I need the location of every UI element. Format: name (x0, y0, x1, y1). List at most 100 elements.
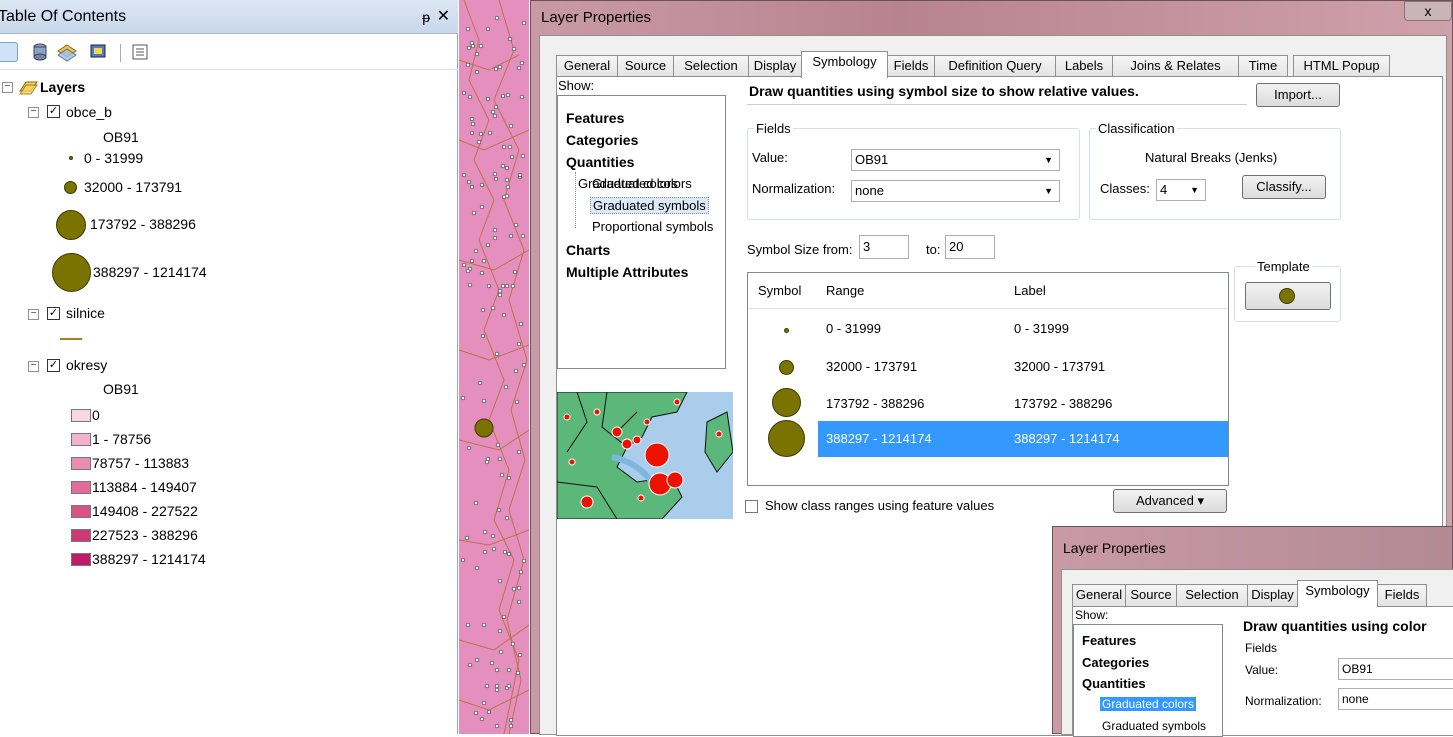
header-range[interactable]: Range (826, 283, 864, 298)
collapse-silnice-toggle[interactable]: − (28, 309, 39, 320)
map-point (473, 248, 479, 254)
advanced-button[interactable]: Advanced ▾ (1113, 489, 1227, 513)
tab-source[interactable]: Source (617, 55, 674, 77)
tab-fields[interactable]: Fields (1377, 584, 1427, 606)
collapse-layers-toggle[interactable]: − (2, 82, 13, 93)
symbology-heading: Draw quantities using color (1243, 618, 1427, 634)
class-symbol[interactable] (779, 360, 794, 375)
layer-name-silnice[interactable]: silnice (66, 305, 105, 321)
show-class-ranges-checkbox[interactable] (745, 500, 758, 513)
show-label: Show: (558, 78, 595, 93)
value-dropdown[interactable]: OB91 ▼ (851, 149, 1060, 171)
show-item-categories[interactable]: Categories (1082, 655, 1149, 670)
classify-button[interactable]: Classify... (1242, 175, 1326, 199)
show-tree[interactable]: Features Categories Quantities Graduated… (1073, 624, 1223, 737)
tab-symbology[interactable]: Symbology (1297, 580, 1378, 607)
show-item-features[interactable]: Features (1082, 633, 1136, 648)
list-by-selection-icon[interactable] (88, 42, 108, 62)
legend-label: 227523 - 388296 (92, 527, 198, 543)
layers-root-label[interactable]: Layers (40, 79, 85, 95)
tab-time[interactable]: Time (1238, 55, 1288, 77)
template-label: Template (1255, 259, 1312, 274)
header-label[interactable]: Label (1014, 283, 1046, 298)
map-view[interactable] (459, 0, 529, 734)
show-tree[interactable]: Features Categories Quantities Graduated… (557, 95, 726, 369)
class-label[interactable]: 173792 - 388296 (1014, 396, 1112, 411)
template-symbol-button[interactable] (1245, 282, 1331, 310)
classes-dropdown[interactable]: 4 ▼ (1156, 179, 1206, 201)
show-item-graduated-symbols[interactable]: Graduated symbols (590, 197, 709, 214)
class-range[interactable]: 0 - 31999 (826, 321, 881, 336)
tab-joins-relates[interactable]: Joins & Relates (1112, 55, 1239, 77)
class-label[interactable]: 388297 - 1214174 (1014, 431, 1120, 446)
show-item-quantities[interactable]: Quantities (566, 154, 634, 170)
show-item-charts[interactable]: Charts (566, 242, 610, 258)
map-point (506, 551, 512, 557)
tab-display[interactable]: Display (1247, 584, 1298, 606)
show-item-features[interactable]: Features (566, 110, 624, 126)
class-symbol[interactable] (784, 328, 789, 333)
value-label: Value: (752, 150, 788, 165)
class-symbol[interactable] (768, 420, 805, 457)
tab-labels[interactable]: Labels (1055, 55, 1113, 77)
map-point (469, 184, 475, 190)
legend-symbol-small (69, 156, 73, 160)
tab-selection[interactable]: Selection (1176, 584, 1248, 606)
map-point (516, 599, 522, 605)
symbol-size-to-input[interactable]: 20 (945, 235, 995, 259)
list-by-source-icon[interactable] (30, 42, 50, 62)
header-symbol[interactable]: Symbol (758, 283, 801, 298)
symbol-class-table[interactable]: Symbol Range Label 0 - 31999 0 - 31999 3… (747, 272, 1229, 486)
show-item-graduated-colors[interactable]: Graduated colors (1100, 697, 1197, 711)
legend-symbol-large (56, 210, 86, 240)
options-icon[interactable] (130, 42, 150, 62)
value-dropdown[interactable]: OB91 (1338, 658, 1453, 680)
legend-swatch (71, 505, 91, 518)
close-button[interactable]: x (1404, 1, 1452, 21)
show-item-multiple-attributes[interactable]: Multiple Attributes (566, 264, 688, 280)
show-item-graduated-symbols[interactable]: Graduated symbols (1102, 719, 1206, 733)
class-symbol[interactable] (772, 388, 801, 417)
class-label[interactable]: 32000 - 173791 (1014, 359, 1105, 374)
normalization-dropdown[interactable]: none (1338, 688, 1453, 710)
import-button[interactable]: Import... (1256, 83, 1340, 107)
map-point (467, 94, 473, 100)
map-point (508, 717, 514, 723)
map-point (518, 569, 524, 575)
map-point (494, 351, 500, 357)
tab-definition-query[interactable]: Definition Query (934, 55, 1056, 77)
okresy-visibility-checkbox[interactable]: ✓ (47, 359, 60, 372)
map-point (501, 312, 507, 318)
normalization-dropdown[interactable]: none ▼ (851, 180, 1060, 202)
tab-general[interactable]: General (1072, 584, 1126, 606)
map-point (508, 123, 514, 129)
class-label[interactable]: 0 - 31999 (1014, 321, 1069, 336)
list-by-drawing-order-icon[interactable] (0, 42, 18, 62)
show-item-quantities[interactable]: Quantities (1082, 676, 1146, 691)
show-item-graduated-colors-text[interactable]: Graduated colors (592, 176, 692, 191)
layer-name-okresy[interactable]: okresy (66, 357, 107, 373)
list-by-visibility-icon[interactable] (56, 42, 77, 62)
class-range[interactable]: 32000 - 173791 (826, 359, 917, 374)
obce-b-visibility-checkbox[interactable]: ✓ (47, 105, 60, 118)
pin-icon[interactable]: ᵽ (422, 0, 430, 34)
tab-general[interactable]: General (556, 55, 618, 77)
tab-symbology[interactable]: Symbology (801, 51, 888, 78)
class-range[interactable]: 388297 - 1214174 (826, 431, 932, 446)
show-item-proportional-symbols[interactable]: Proportional symbols (592, 219, 713, 234)
tab-selection[interactable]: Selection (673, 55, 749, 77)
map-point (504, 165, 510, 171)
collapse-obce-b-toggle[interactable]: − (28, 107, 39, 118)
tab-fields[interactable]: Fields (887, 55, 935, 77)
layer-name-obce-b[interactable]: obce_b (66, 104, 112, 120)
class-range[interactable]: 173792 - 388296 (826, 396, 924, 411)
symbol-size-from-input[interactable]: 3 (859, 235, 909, 259)
tab-html-popup[interactable]: HTML Popup (1293, 55, 1390, 77)
collapse-okresy-toggle[interactable]: − (28, 361, 39, 372)
symbol-size-from-label: Symbol Size from: (747, 242, 853, 257)
tab-source[interactable]: Source (1125, 584, 1177, 606)
tab-display[interactable]: Display (748, 55, 802, 77)
silnice-visibility-checkbox[interactable]: ✓ (47, 307, 60, 320)
show-item-categories[interactable]: Categories (566, 132, 638, 148)
close-icon[interactable]: ✕ (437, 0, 450, 34)
